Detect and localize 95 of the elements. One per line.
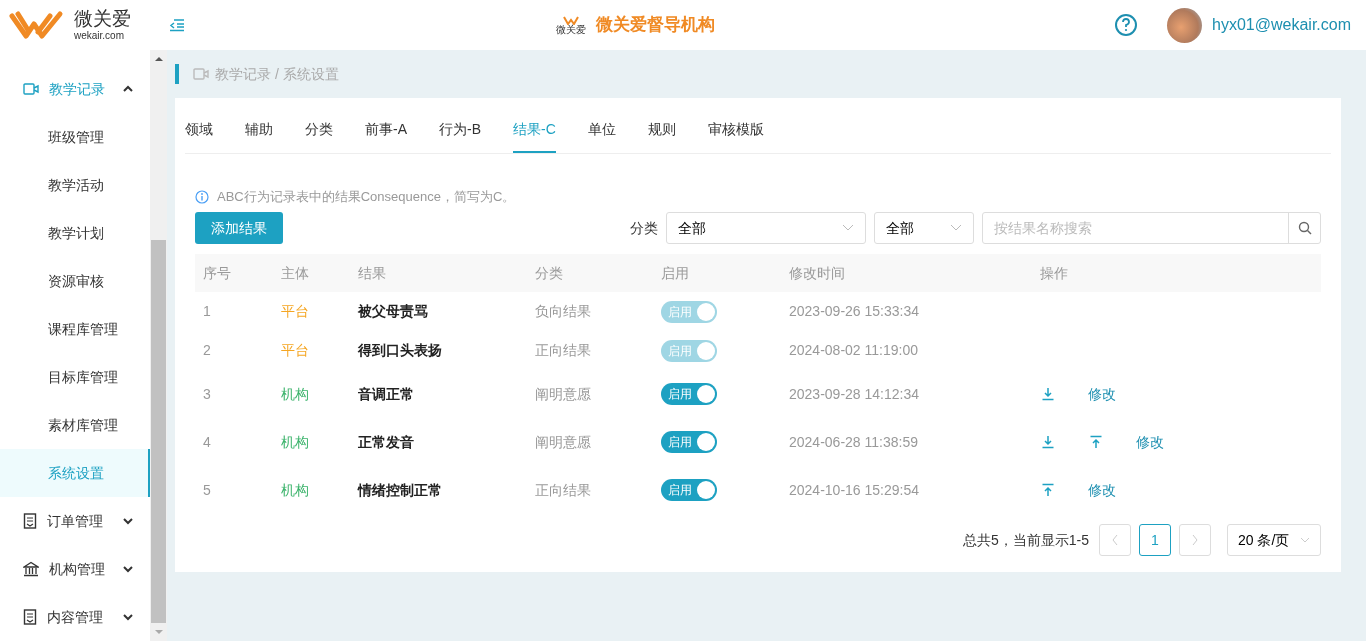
sidebar-item[interactable]: 教学计划	[0, 209, 150, 257]
sidebar-group[interactable]: 内容管理	[0, 593, 150, 641]
menu-collapse-button[interactable]	[168, 17, 186, 33]
tab[interactable]: 辅助	[245, 98, 273, 153]
table-cell-text: 2024-08-02 11:19:00	[789, 341, 919, 360]
sidebar-group[interactable]: 机构管理	[0, 545, 150, 593]
dropdown-icon	[1300, 537, 1310, 543]
video-icon	[23, 82, 39, 96]
filter-label: 分类	[630, 218, 658, 238]
help-button[interactable]	[1115, 14, 1138, 36]
table-cell-text: 被父母责骂	[358, 302, 429, 321]
sidebar-item[interactable]: 目标库管理	[0, 353, 150, 401]
table-cell-text: 正向结果	[535, 480, 592, 500]
expand-icon	[122, 517, 134, 525]
tab[interactable]: 分类	[305, 98, 333, 153]
table-cell-text: 2024-06-28 11:38:59	[789, 432, 919, 452]
dropdown-icon	[950, 224, 962, 232]
table-cell-text: 1	[202, 302, 212, 321]
tab[interactable]: 前事-A	[365, 98, 407, 153]
question-icon	[1121, 18, 1132, 32]
edit-link[interactable]: 修改	[1088, 479, 1116, 501]
table-cell-text: 2024-10-16 15:29:54	[789, 480, 920, 500]
column-header: 修改时间	[789, 263, 846, 283]
info-text: ABC行为记录表中的结果Consequence，简写为C。	[217, 188, 516, 207]
table-cell-text: 2023-09-26 15:33:34	[789, 302, 920, 321]
bank-icon	[23, 561, 39, 577]
logo-text: 微关爱	[74, 9, 131, 28]
table-cell-text: 音调正常	[358, 384, 415, 404]
breadcrumb: 教学记录 / 系统设置	[215, 64, 339, 84]
sidebar-item[interactable]: 教学活动	[0, 161, 150, 209]
table-cell-text: 阐明意愿	[535, 432, 592, 452]
logo-text: 微关爱	[556, 24, 586, 35]
category-select[interactable]: 全部	[666, 212, 866, 244]
table-cell-text: 2023-09-28 14:12:34	[789, 384, 920, 404]
sidebar-group[interactable]: 订单管理	[0, 497, 150, 545]
move-top-button[interactable]	[1040, 482, 1056, 498]
table-cell-text: 3	[202, 384, 212, 404]
table-cell-text: 正向结果	[535, 341, 592, 360]
owner-label: 机构	[281, 385, 309, 402]
edit-link[interactable]: 修改	[1136, 431, 1164, 453]
sidebar-item[interactable]: 班级管理	[0, 113, 150, 161]
document-icon	[23, 609, 37, 625]
chevron-left-icon	[1111, 534, 1119, 546]
tab[interactable]: 行为-B	[439, 98, 481, 153]
user-email[interactable]: hyx01@wekair.com	[1212, 13, 1351, 37]
scroll-up-icon	[154, 56, 163, 62]
owner-label: 机构	[281, 433, 309, 450]
search-input[interactable]: 按结果名称搜索	[983, 217, 1288, 239]
move-top-button[interactable]	[1088, 434, 1104, 450]
tab[interactable]: 规则	[647, 98, 676, 153]
search-field[interactable]: 按结果名称搜索	[982, 212, 1321, 244]
column-header: 分类	[535, 263, 564, 283]
table-cell-text: 正常发音	[358, 432, 415, 452]
pagination-summary: 总共5，当前显示1-5	[962, 530, 1089, 550]
logo-icon	[563, 15, 579, 25]
dropdown-icon	[842, 224, 854, 232]
tab[interactable]: 单位	[587, 98, 616, 153]
document-icon	[23, 513, 37, 529]
expand-icon	[122, 565, 134, 573]
table-cell-text: 情绪控制正常	[358, 480, 443, 500]
table-cell-text: 阐明意愿	[535, 384, 592, 404]
avatar[interactable]	[1167, 7, 1203, 43]
table-cell-text: 4	[202, 432, 212, 452]
column-header: 结果	[358, 263, 387, 283]
scrollbar[interactable]	[150, 50, 167, 641]
column-header: 操作	[1040, 263, 1068, 283]
move-down-button[interactable]	[1040, 434, 1056, 450]
tab[interactable]: 领域	[185, 98, 213, 153]
page-size-select[interactable]: 20 条/页	[1227, 524, 1321, 556]
scroll-down-icon	[154, 629, 163, 635]
video-icon	[193, 67, 209, 81]
expand-icon	[122, 613, 134, 621]
table-cell-text: 5	[202, 480, 212, 500]
search-icon	[1297, 221, 1312, 235]
tab[interactable]: 审核模版	[707, 98, 764, 153]
table-cell-text: 负向结果	[535, 302, 592, 321]
column-header: 启用	[661, 263, 690, 283]
chevron-right-icon	[1191, 534, 1199, 546]
table-cell-text: 2	[202, 341, 212, 360]
sidebar-item[interactable]: 课程库管理	[0, 305, 150, 353]
table-cell-text: 得到口头表扬	[358, 341, 443, 360]
column-header: 主体	[281, 263, 310, 283]
collapse-icon	[122, 85, 134, 93]
column-header: 序号	[202, 263, 232, 283]
status-select[interactable]: 全部	[874, 212, 974, 244]
edit-link[interactable]: 修改	[1088, 383, 1116, 405]
move-down-button[interactable]	[1040, 386, 1056, 402]
logo-domain: wekair.com	[74, 31, 125, 41]
owner-label: 机构	[281, 481, 309, 498]
owner-label: 平台	[281, 303, 309, 319]
owner-label: 平台	[281, 342, 309, 358]
sidebar-item[interactable]: 资源审核	[0, 257, 150, 305]
app-title: 微关爱督导机构	[596, 14, 715, 37]
info-icon	[195, 190, 209, 204]
sidebar-item[interactable]: 素材库管理	[0, 401, 150, 449]
